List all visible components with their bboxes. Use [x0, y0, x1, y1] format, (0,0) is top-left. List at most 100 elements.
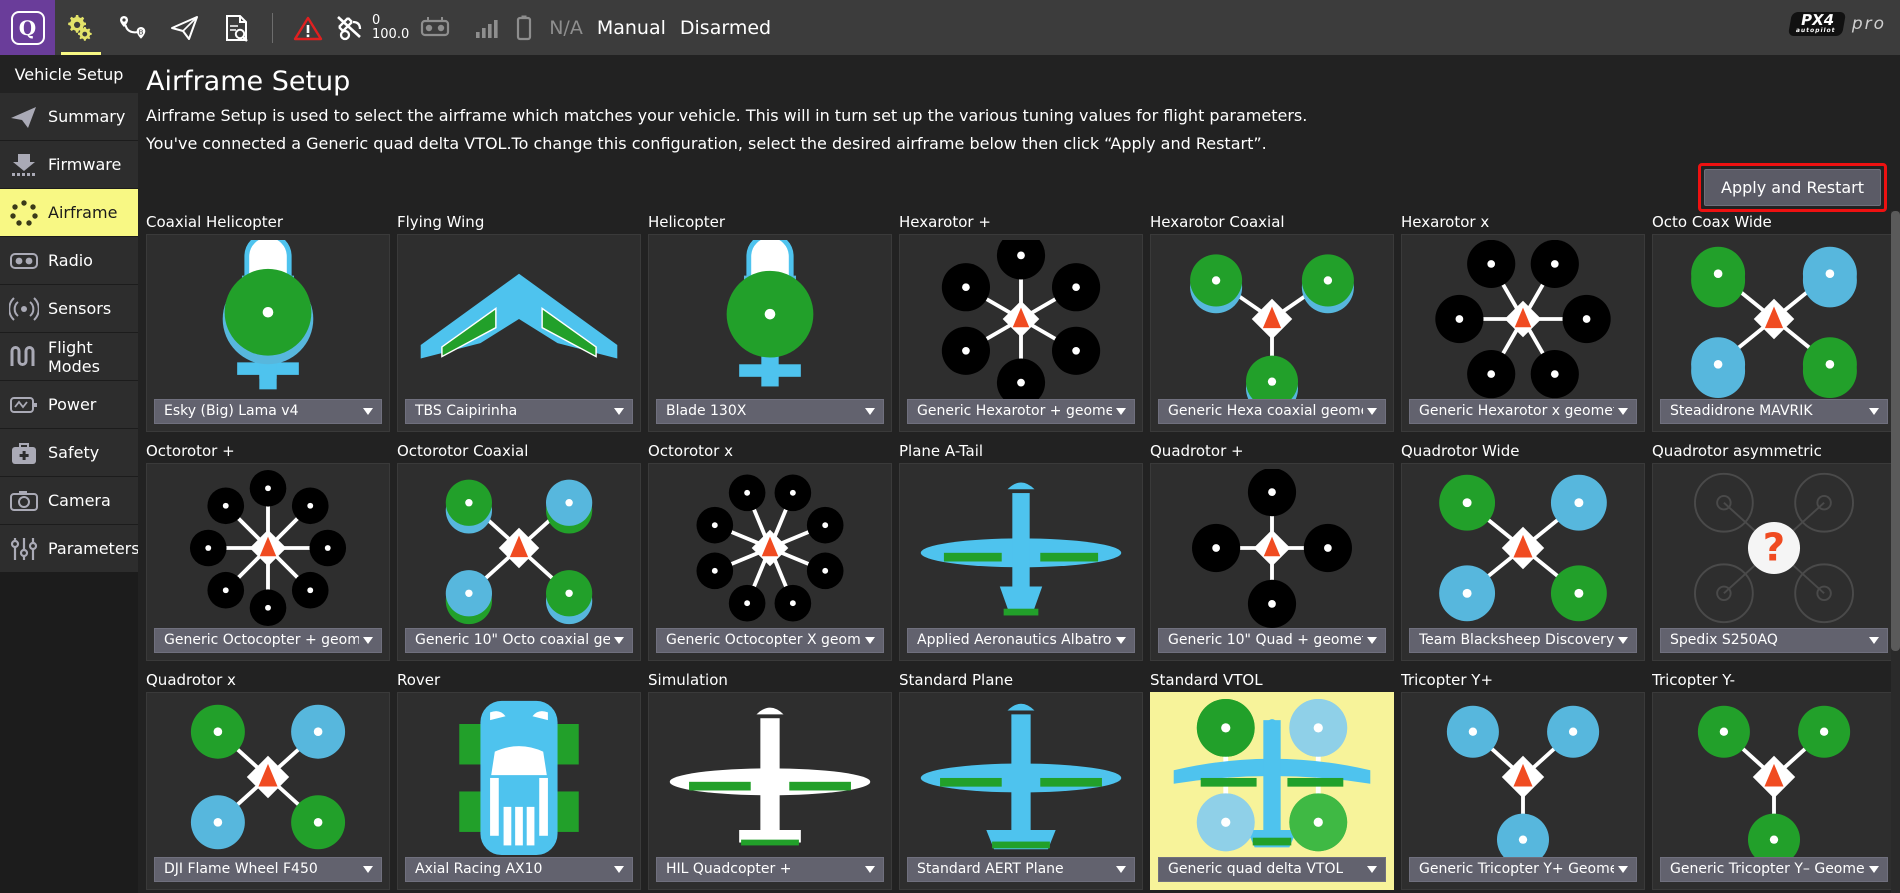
airframe-cell-body[interactable]: Steadidrone MAVRIK: [1652, 234, 1896, 432]
airframe-combo-quadrotor-asymmetric[interactable]: Spedix S250AQ: [1660, 628, 1888, 653]
airframe-combo-plane-a-tail[interactable]: Applied Aeronautics Albatross: [907, 628, 1135, 653]
airframe-combo-quadrotor[interactable]: Generic 10" Quad + geometry: [1158, 628, 1386, 653]
airframe-combo-standard-plane[interactable]: Standard AERT Plane: [907, 857, 1135, 882]
airframe-combo-value: Steadidrone MAVRIK: [1670, 403, 1813, 419]
airframe-cell-octo-coax-wide[interactable]: Octo Coax Wide Steadidrone MAVRIK: [1652, 211, 1896, 432]
airframe-cell-body[interactable]: DJI Flame Wheel F450: [146, 692, 390, 890]
airframe-combo-hexarotor-x[interactable]: Generic Hexarotor x geometry: [1409, 399, 1637, 424]
airframe-cell-hexarotor-coaxial[interactable]: Hexarotor Coaxial Generic Hexa coaxial g…: [1150, 211, 1394, 432]
airframe-combo-simulation[interactable]: HIL Quadcopter +: [656, 857, 884, 882]
sidebar-item-sensors[interactable]: Sensors: [0, 285, 138, 332]
airframe-cell-rover[interactable]: Rover Axial Racing AX10: [397, 669, 641, 890]
airframe-cell-body[interactable]: Generic Octocopter + geometry: [146, 463, 390, 661]
airframe-combo-tricopter-y[interactable]: Generic Tricopter Y+ Geometry: [1409, 857, 1637, 882]
sidebar-item-summary[interactable]: Summary: [0, 93, 138, 140]
airframe-combo-helicopter[interactable]: Blade 130X: [656, 399, 884, 424]
chevron-down-icon: [1618, 637, 1628, 644]
airframe-cell-hexarotor-x[interactable]: Hexarotor x Generic Hexarotor x geometry: [1401, 211, 1645, 432]
airframe-cell-octorotor-x[interactable]: Octorotor x Generic Octocopter X geometr…: [648, 440, 892, 661]
sidebar-item-airframe[interactable]: Airframe: [0, 189, 138, 236]
sidebar-item-parameters[interactable]: Parameters: [0, 525, 138, 572]
sidebar-item-power[interactable]: Power: [0, 381, 138, 428]
airframe-cell-quadrotor-wide[interactable]: Quadrotor Wide Team Blacksheep Discovery…: [1401, 440, 1645, 661]
toolbar-rc-indicator[interactable]: [409, 0, 461, 55]
scrollbar-thumb[interactable]: [1891, 211, 1900, 651]
airframe-cell-body[interactable]: Generic 10" Octo coaxial geometry: [397, 463, 641, 661]
airframe-cell-simulation[interactable]: Simulation HIL Quadcopter +: [648, 669, 892, 890]
sidebar-item-safety[interactable]: Safety: [0, 429, 138, 476]
airframe-cell-flying-wing[interactable]: Flying Wing TBS Caipirinha: [397, 211, 641, 432]
airframe-combo-hexarotor[interactable]: Generic Hexarotor + geometry: [907, 399, 1135, 424]
arm-state-label[interactable]: Disarmed: [680, 17, 771, 39]
airframe-cell-body[interactable]: Standard AERT Plane: [899, 692, 1143, 890]
airframe-cell-coaxial-helicopter[interactable]: Coaxial Helicopter Esky (Big) Lama v4: [146, 211, 390, 432]
airframe-cell-body[interactable]: Blade 130X: [648, 234, 892, 432]
airframe-cell-quadrotor[interactable]: Quadrotor + Generic 10" Quad + geometry: [1150, 440, 1394, 661]
vertical-scrollbar[interactable]: [1891, 211, 1900, 893]
airframe-combo-octorotor[interactable]: Generic Octocopter + geometry: [154, 628, 382, 653]
toolbar-analyze-button[interactable]: [211, 0, 263, 55]
airframe-combo-quadrotor-wide[interactable]: Team Blacksheep Discovery Enduranc: [1409, 628, 1637, 653]
airframe-combo-rover[interactable]: Axial Racing AX10: [405, 857, 633, 882]
airframe-art-rover: [405, 698, 633, 857]
airframe-combo-coaxial-helicopter[interactable]: Esky (Big) Lama v4: [154, 399, 382, 424]
airframe-cell-body[interactable]: Generic Hexarotor + geometry: [899, 234, 1143, 432]
airframe-combo-standard-vtol[interactable]: Generic quad delta VTOL: [1158, 857, 1386, 882]
airframe-cell-body[interactable]: TBS Caipirinha: [397, 234, 641, 432]
airframe-cell-body[interactable]: HIL Quadcopter +: [648, 692, 892, 890]
airframe-cell-body[interactable]: Applied Aeronautics Albatross: [899, 463, 1143, 661]
toolbar-warning-indicator[interactable]: [282, 0, 334, 55]
airframe-cell-octorotor[interactable]: Octorotor + Generic Octocopter + geometr…: [146, 440, 390, 661]
airframe-art-tri-yplus: [1409, 698, 1637, 857]
airframe-cell-helicopter[interactable]: Helicopter Blade 130X: [648, 211, 892, 432]
airframe-cell-body[interactable]: Generic Hexarotor x geometry: [1401, 234, 1645, 432]
airframe-combo-octorotor-coaxial[interactable]: Generic 10" Octo coaxial geometry: [405, 628, 633, 653]
airframe-combo-octorotor-x[interactable]: Generic Octocopter X geometry: [656, 628, 884, 653]
airframe-cell-plane-a-tail[interactable]: Plane A-Tail Applied Aeronautics Albatro…: [899, 440, 1143, 661]
airframe-combo-value: Applied Aeronautics Albatross: [917, 632, 1112, 648]
airframe-cell-tricopter-y[interactable]: Tricopter Y- Generic Tricopter Y– Geomet…: [1652, 669, 1896, 890]
airframe-art-plane-atail: [907, 469, 1135, 628]
flight-mode-label[interactable]: Manual: [597, 17, 666, 39]
gps-status[interactable]: 0 100.0: [334, 0, 409, 55]
toolbar-vehicle-setup-button[interactable]: [55, 0, 107, 55]
toolbar-rssi-indicator[interactable]: [461, 0, 513, 55]
airframe-cell-title: Rover: [397, 669, 641, 692]
airframe-combo-tricopter-y[interactable]: Generic Tricopter Y– Geometry: [1660, 857, 1888, 882]
safety-kit-icon: [9, 438, 39, 468]
airframe-combo-octo-coax-wide[interactable]: Steadidrone MAVRIK: [1660, 399, 1888, 424]
qgc-logo-icon[interactable]: Q: [0, 0, 55, 55]
airframe-cell-body[interactable]: Generic quad delta VTOL: [1150, 692, 1394, 890]
airframe-cell-tricopter-y[interactable]: Tricopter Y+ Generic Tricopter Y+ Geomet…: [1401, 669, 1645, 890]
sidebar-item-flight-modes[interactable]: Flight Modes: [0, 333, 138, 380]
toolbar-plan-flight-button[interactable]: B: [107, 0, 159, 55]
airframe-combo-flying-wing[interactable]: TBS Caipirinha: [405, 399, 633, 424]
airframe-cell-quadrotor-asymmetric[interactable]: Quadrotor asymmetric ? Spedix S250AQ: [1652, 440, 1896, 661]
airframe-cell-octorotor-coaxial[interactable]: Octorotor Coaxial Generic 10" Octo coaxi…: [397, 440, 641, 661]
airframe-combo-value: Standard AERT Plane: [917, 861, 1064, 877]
airframe-cell-body[interactable]: Generic Hexa coaxial geometry: [1150, 234, 1394, 432]
apply-and-restart-button[interactable]: Apply and Restart: [1704, 169, 1881, 206]
sidebar-item-camera[interactable]: Camera: [0, 477, 138, 524]
battery-indicator[interactable]: N/A: [513, 0, 583, 55]
airframe-combo-hexarotor-coaxial[interactable]: Generic Hexa coaxial geometry: [1158, 399, 1386, 424]
chevron-down-icon: [614, 866, 624, 873]
airframe-cell-hexarotor[interactable]: Hexarotor + Generic Hexarotor + geometry: [899, 211, 1143, 432]
chevron-down-icon: [614, 408, 624, 415]
sidebar-item-firmware[interactable]: Firmware: [0, 141, 138, 188]
airframe-cell-body[interactable]: Generic 10" Quad + geometry: [1150, 463, 1394, 661]
airframe-cell-body[interactable]: ? Spedix S250AQ: [1652, 463, 1896, 661]
airframe-cell-body[interactable]: Generic Tricopter Y– Geometry: [1652, 692, 1896, 890]
airframe-cell-body[interactable]: Team Blacksheep Discovery Enduranc: [1401, 463, 1645, 661]
sidebar-item-radio[interactable]: Radio: [0, 237, 138, 284]
airframe-cell-standard-vtol[interactable]: Standard VTOL Generic quad delta VTOL: [1150, 669, 1394, 890]
airframe-cell-body[interactable]: Generic Octocopter X geometry: [648, 463, 892, 661]
airframe-cell-body[interactable]: Axial Racing AX10: [397, 692, 641, 890]
toolbar-fly-view-button[interactable]: [159, 0, 211, 55]
airframe-combo-quadrotor-x[interactable]: DJI Flame Wheel F450: [154, 857, 382, 882]
airframe-cell-body[interactable]: Generic Tricopter Y+ Geometry: [1401, 692, 1645, 890]
airframe-cell-body[interactable]: Esky (Big) Lama v4: [146, 234, 390, 432]
airframe-cell-title: Standard VTOL: [1150, 669, 1394, 692]
airframe-cell-quadrotor-x[interactable]: Quadrotor x DJI Flame Wheel F450: [146, 669, 390, 890]
airframe-cell-standard-plane[interactable]: Standard Plane Standard AERT Plane: [899, 669, 1143, 890]
